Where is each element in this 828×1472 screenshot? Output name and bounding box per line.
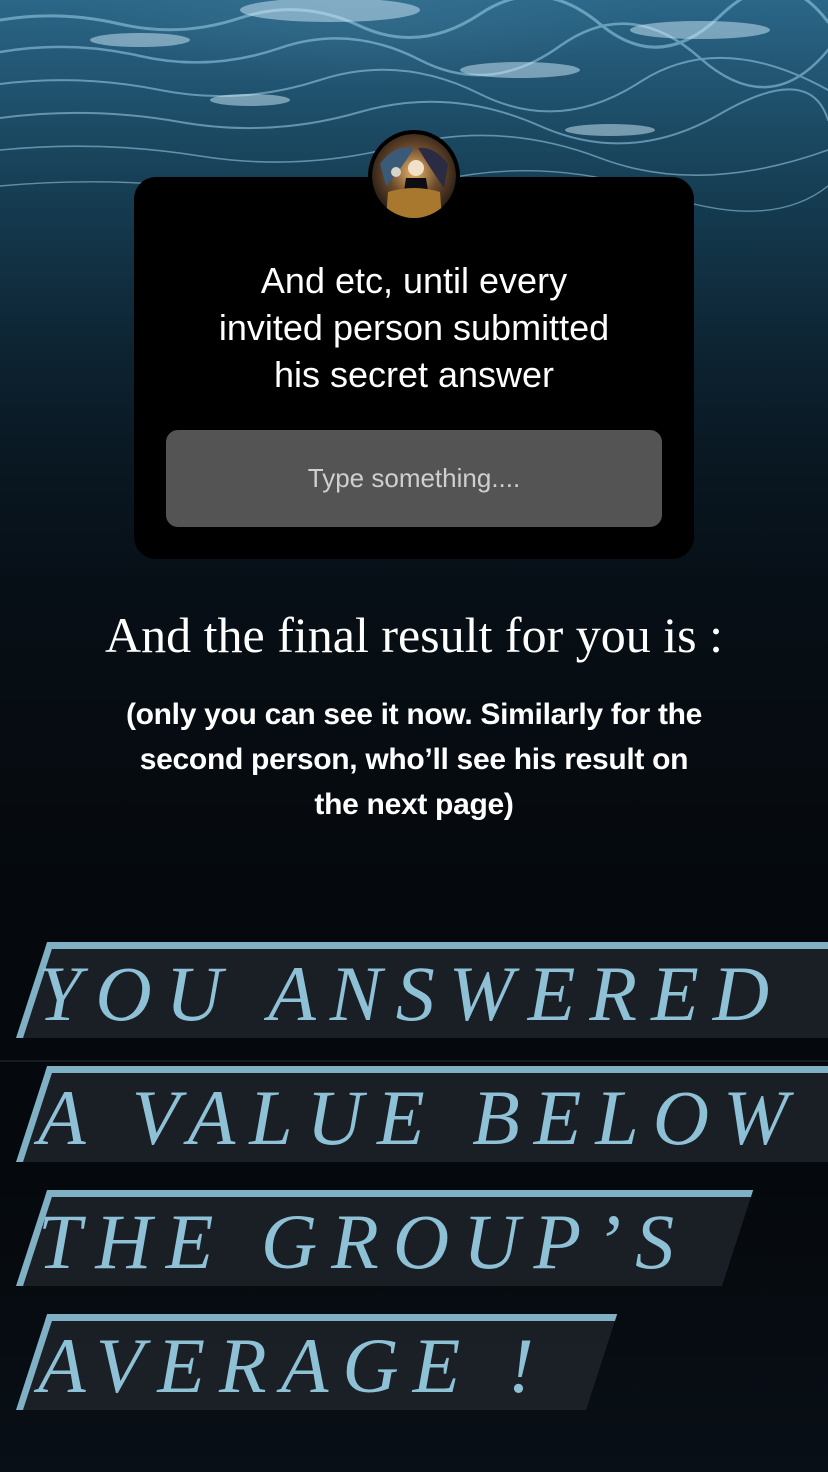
question-sticker: And etc, until every invited person subm… <box>134 177 694 559</box>
visibility-note: (only you can see it now. Similarly for … <box>125 698 703 821</box>
question-text: And etc, until every invited person subm… <box>218 260 610 395</box>
result-line-2: A VALUE BELOW <box>38 1074 803 1161</box>
divider <box>0 1060 828 1062</box>
answer-input[interactable] <box>166 430 662 527</box>
result-line-1: YOU ANSWERED <box>38 950 784 1037</box>
result-headline: And the final result for you is : <box>105 607 723 663</box>
story-screen: And etc, until every invited person subm… <box>0 0 828 1472</box>
profile-avatar-icon <box>368 130 460 222</box>
result-line-4: AVERAGE ! <box>38 1322 548 1409</box>
result-line-3: THE GROUP’S <box>38 1198 689 1285</box>
